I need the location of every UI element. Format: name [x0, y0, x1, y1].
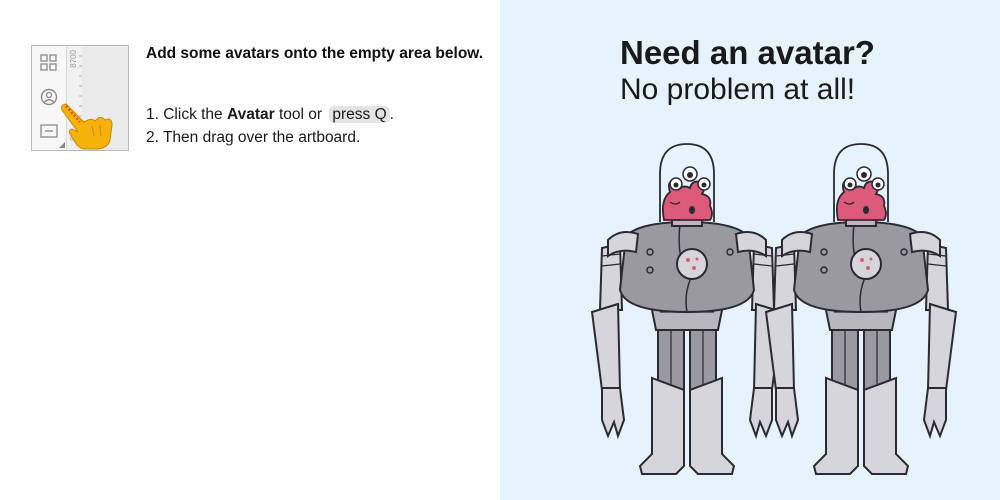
- instruction-step-1: 1. Click the Avatar tool or press Q.: [146, 104, 394, 126]
- instruction-step-2: 2. Then drag over the artboard.: [146, 129, 361, 146]
- alien-robots-illustration: [591, 143, 957, 475]
- step1-prefix: 1. Click the: [146, 106, 227, 123]
- promo-subline: No problem at all!: [620, 73, 856, 106]
- tool-preview-thumbnail: 8700 90: [31, 45, 129, 151]
- minus-box-icon: [40, 124, 58, 138]
- grid-icon: [40, 54, 57, 71]
- instructions-panel: 8700 90 Add some avatars onto the empty …: [0, 0, 500, 500]
- hand-cursor-icon: [61, 103, 113, 150]
- step1-middle: tool or: [274, 106, 327, 123]
- avatar-tool-name: Avatar: [226, 106, 275, 123]
- step1-suffix: .: [389, 106, 394, 123]
- robot-left: [591, 143, 783, 475]
- promo-headline: Need an avatar?: [620, 34, 875, 71]
- keyboard-shortcut-badge: press Q: [329, 106, 390, 123]
- avatar-icon: [40, 88, 58, 106]
- instructions-title: Add some avatars onto the empty area bel…: [146, 45, 484, 62]
- robot-right: [765, 143, 957, 475]
